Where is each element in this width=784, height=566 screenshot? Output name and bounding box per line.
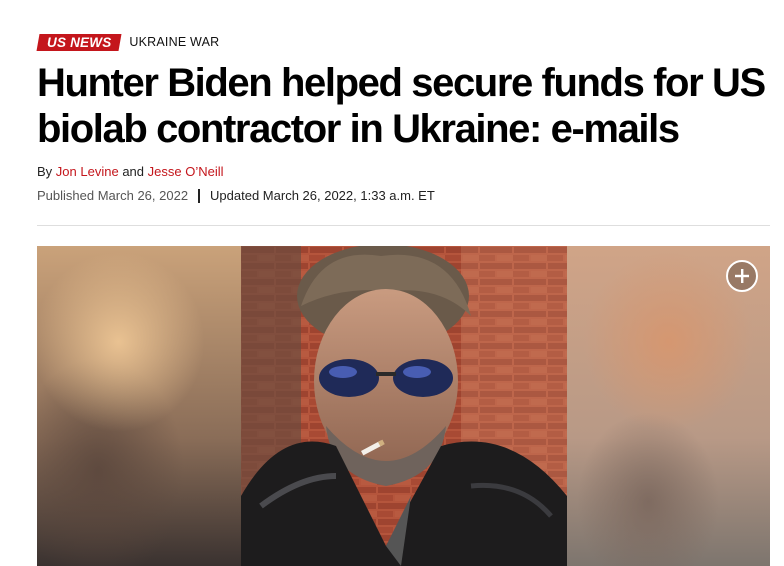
article-headline: Hunter Biden helped secure funds for US … <box>37 61 766 151</box>
expand-image-button[interactable] <box>726 260 758 292</box>
author-link-jon-levine[interactable]: Jon Levine <box>56 164 119 179</box>
author-link-jesse-oneill[interactable]: Jesse O’Neill <box>148 164 224 179</box>
byline-prefix: By <box>37 164 53 179</box>
article-dates: Published March 26, 2022 Updated March 2… <box>37 188 435 203</box>
published-date: Published March 26, 2022 <box>37 188 189 203</box>
header-divider <box>37 225 770 226</box>
byline-conjunction: and <box>122 164 145 179</box>
section-badge-us-news[interactable]: US NEWS <box>36 33 122 51</box>
topic-link-ukraine-war[interactable]: UKRAINE WAR <box>129 35 219 49</box>
image-blur-backdrop-left <box>37 246 241 566</box>
image-blur-backdrop-right <box>567 246 770 566</box>
updated-date: Updated March 26, 2022, 1:33 a.m. ET <box>210 188 435 203</box>
article-kicker: US NEWS UKRAINE WAR <box>36 33 219 51</box>
featured-photo <box>241 246 567 566</box>
byline: By Jon Levine and Jesse O’Neill <box>37 164 224 179</box>
plus-circle-icon <box>735 269 749 283</box>
date-separator <box>198 188 201 203</box>
featured-image[interactable] <box>37 246 770 566</box>
